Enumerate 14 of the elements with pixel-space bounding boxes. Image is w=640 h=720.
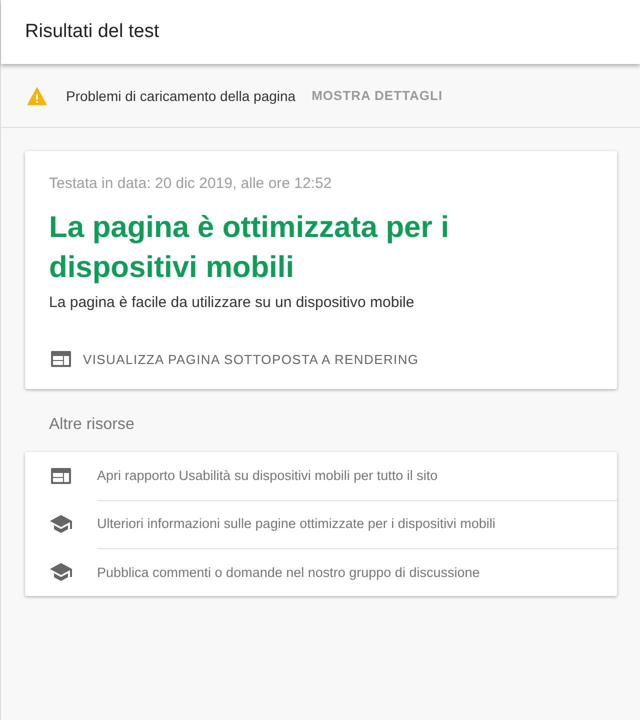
result-description: La pagina è facile da utilizzare su un dispositivo mobile xyxy=(49,294,416,311)
warning-icon xyxy=(26,86,48,106)
graduation-cap-icon xyxy=(49,512,73,536)
graduation-cap-icon xyxy=(49,560,73,584)
view-rendered-page-button[interactable]: VISUALIZZA PAGINA SOTTOPOSTA A RENDERING xyxy=(49,347,419,371)
result-heading: La pagina è ottimizzata per i dispositivi mobili xyxy=(49,210,450,286)
resource-link[interactable]: Pubblica commenti o domande nel nostro gruppo di discussione xyxy=(97,548,617,596)
page-title: Risultati del test xyxy=(25,21,160,43)
resource-link[interactable]: Ulteriori informazioni sulle pagine ottimizzate per i dispositivi mobili xyxy=(97,500,617,548)
warning-message: Problemi di caricamento della pagina xyxy=(66,88,296,104)
section-heading: Altre risorse xyxy=(49,416,136,434)
show-details-button[interactable]: MOSTRA DETTAGLI xyxy=(310,84,445,107)
test-date: Testata in data: 20 dic 2019, alle ore 12:52 xyxy=(49,175,333,192)
resource-link[interactable]: Apri rapporto Usabilità su dispositivi mobili per tutto il sito xyxy=(97,452,617,500)
